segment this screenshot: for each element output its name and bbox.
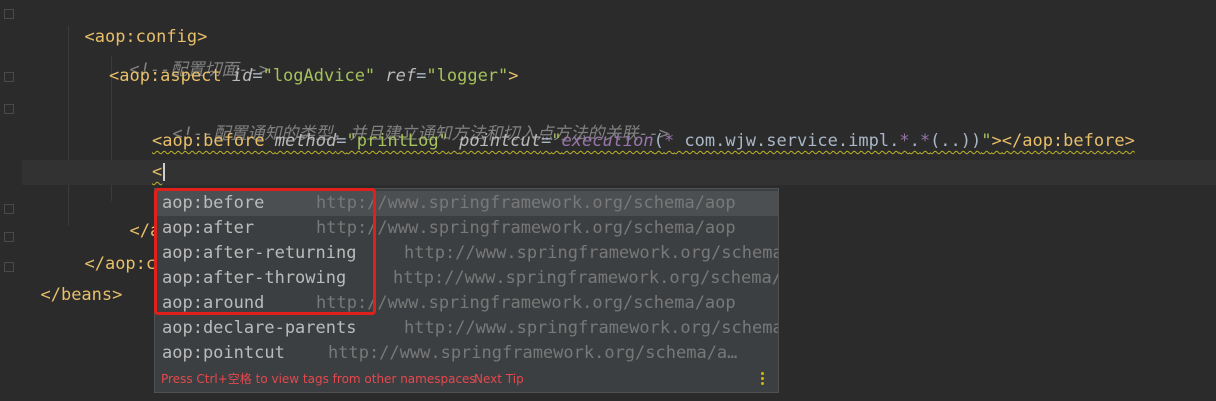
completion-item-name: aop:after bbox=[162, 218, 255, 238]
completion-item[interactable]: aop:before http://www.springframework.or… bbox=[155, 191, 778, 216]
completion-item-namespace: http://www.springframework.org/schema/sc… bbox=[393, 268, 778, 288]
xml-attr-name: ref bbox=[385, 66, 417, 86]
fold-marker-icon[interactable] bbox=[4, 72, 14, 82]
completion-item[interactable]: aop:after-throwing http://www.springfram… bbox=[155, 266, 778, 291]
aspectj-wildcard: * bbox=[899, 131, 910, 151]
xml-attr-name: method bbox=[274, 131, 337, 151]
completion-item-namespace: http://www.springframework.org/schema/a… bbox=[328, 343, 738, 363]
current-line-highlight bbox=[22, 160, 1216, 185]
completion-item-name: aop:declare-parents bbox=[162, 318, 357, 338]
vertical-ellipsis-icon[interactable] bbox=[761, 371, 765, 387]
aspectj-wildcard: * bbox=[919, 131, 931, 151]
xml-attr-value: " bbox=[981, 131, 992, 151]
xml-attr-name: id bbox=[231, 66, 253, 86]
completion-item-name: aop:pointcut bbox=[162, 343, 285, 363]
completion-item-namespace: http://www.springframework.org/schema/s… bbox=[404, 318, 778, 338]
xml-attr-name: pointcut bbox=[459, 131, 542, 151]
completion-item-name: aop:after-throwing bbox=[162, 268, 347, 288]
completion-item[interactable]: aop:after http://www.springframework.org… bbox=[155, 216, 778, 241]
completion-item-namespace: http://www.springframework.org/schema/s… bbox=[404, 243, 778, 263]
fold-marker-icon[interactable] bbox=[4, 9, 14, 19]
completion-item-name: aop:before bbox=[162, 193, 265, 213]
text-caret bbox=[163, 163, 166, 181]
aspectj-wildcard: * bbox=[663, 131, 675, 151]
xml-tag: > bbox=[508, 66, 519, 86]
completion-footer: Press Ctrl+空格 to view tags from other na… bbox=[155, 367, 778, 392]
code-line-beans-close[interactable]: </beans> bbox=[20, 258, 122, 305]
code-line-comment-notify[interactable]: <!--配置通知的类型，并且建立通知方法和切入点方法的关联--> bbox=[152, 97, 669, 144]
xml-attr-value: "logAdvice" bbox=[262, 66, 376, 86]
completion-item-name: aop:around bbox=[162, 293, 265, 313]
aspectj-keyword: execution bbox=[561, 131, 654, 151]
completion-item[interactable]: aop:after-returning http://www.springfra… bbox=[155, 241, 778, 266]
fold-marker-icon[interactable] bbox=[4, 104, 14, 114]
completion-item-namespace: http://www.springframework.org/schema/ao… bbox=[316, 193, 736, 213]
completion-item[interactable]: aop:around http://www.springframework.or… bbox=[155, 291, 778, 316]
completion-popup[interactable]: aop:before http://www.springframework.or… bbox=[154, 188, 779, 393]
aspectj-paren: ( bbox=[653, 131, 664, 151]
editor-gutter bbox=[0, 0, 22, 401]
code-line-typing[interactable]: < bbox=[152, 160, 166, 185]
next-tip-link[interactable]: Next Tip bbox=[474, 367, 524, 392]
xml-tag: </beans> bbox=[40, 285, 123, 305]
xml-tag: < bbox=[152, 162, 163, 182]
xml-tag: > bbox=[991, 131, 1002, 151]
completion-item[interactable]: aop:pointcut http://www.springframework.… bbox=[155, 341, 778, 366]
code-line-aspect-open[interactable]: <aop:aspect id="logAdvice" ref="logger"> bbox=[109, 64, 519, 89]
completion-item[interactable]: aop:declare-parents http://www.springfra… bbox=[155, 316, 778, 341]
completion-item-name: aop:after-returning bbox=[162, 243, 357, 263]
aspectj-package: com.wjw.service.impl. bbox=[674, 131, 900, 151]
code-line-config-close[interactable]: </aop:co bbox=[64, 227, 166, 274]
code-line-config-open[interactable]: <aop:config> bbox=[64, 0, 207, 47]
indent-guide bbox=[68, 26, 69, 226]
namespace-hint-text: Press Ctrl+空格 to view tags from other na… bbox=[161, 372, 476, 386]
fold-marker-icon[interactable] bbox=[4, 204, 14, 214]
code-line-comment-aspect[interactable]: <!--配置切面--> bbox=[109, 33, 269, 80]
aspectj-dot: . bbox=[909, 131, 920, 151]
fold-marker-icon[interactable] bbox=[4, 262, 14, 272]
xml-attr-value: "logger" bbox=[426, 66, 509, 86]
xml-tag: <aop:before bbox=[152, 131, 265, 151]
aspectj-args: (..)) bbox=[930, 131, 982, 151]
xml-tag: <aop:aspect bbox=[109, 66, 222, 86]
xml-attr-value: " bbox=[551, 131, 562, 151]
xml-tag: </aop:before> bbox=[1001, 131, 1135, 151]
completion-item-namespace: http://www.springframework.org/schema/ao… bbox=[316, 293, 736, 313]
code-line-aop-before[interactable]: <aop:before method="printLog" pointcut="… bbox=[152, 129, 1135, 154]
completion-item-namespace: http://www.springframework.org/schema/ao… bbox=[316, 218, 736, 238]
fold-marker-icon[interactable] bbox=[4, 232, 14, 242]
xml-attr-value: "printLog" bbox=[346, 131, 449, 151]
